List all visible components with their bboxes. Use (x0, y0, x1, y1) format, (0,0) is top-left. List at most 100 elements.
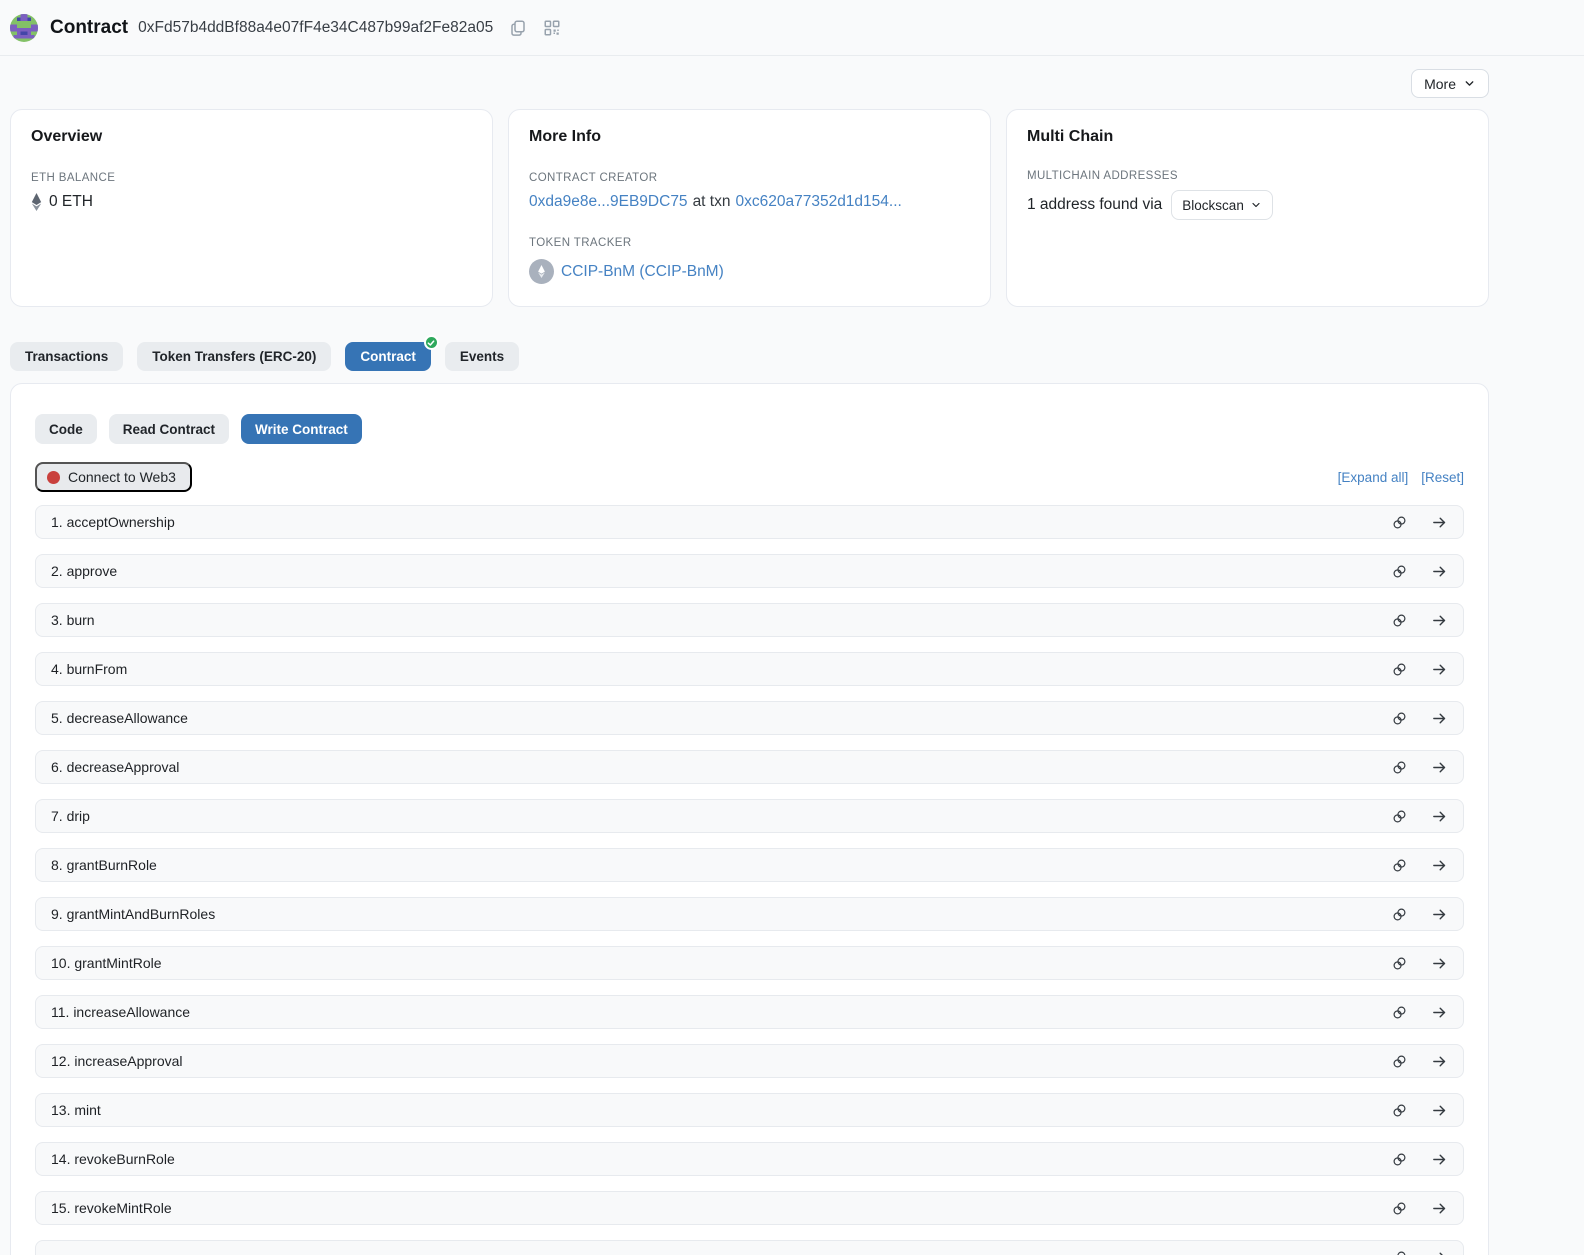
tabs: Transactions Token Transfers (ERC-20) Co… (10, 342, 1489, 371)
function-row-burnfrom[interactable]: 4. burnFrom (35, 652, 1464, 686)
function-row-grantmintrole[interactable]: 10. grantMintRole (35, 946, 1464, 980)
permalink-icon[interactable] (1391, 1004, 1408, 1021)
connect-to-web3-button[interactable]: Connect to Web3 (35, 462, 192, 492)
tab-label: Read Contract (123, 422, 215, 437)
function-row-drip[interactable]: 7. drip (35, 799, 1464, 833)
function-row-decreaseapproval[interactable]: 6. decreaseApproval (35, 750, 1464, 784)
function-row-grantmintandburnroles[interactable]: 9. grantMintAndBurnRoles (35, 897, 1464, 931)
permalink-icon[interactable] (1391, 1102, 1408, 1119)
contract-address: 0xFd57b4ddBf88a4e07fF4e34C487b99af2Fe82a… (138, 19, 493, 37)
arrow-right-icon[interactable] (1431, 759, 1448, 776)
eth-balance-value: 0 ETH (49, 193, 93, 211)
arrow-right-icon[interactable] (1431, 857, 1448, 874)
function-row-label: 10. grantMintRole (51, 955, 1391, 971)
multi-chain-card: Multi Chain MULTICHAIN ADDRESSES 1 addre… (1006, 109, 1489, 307)
function-row-label: 7. drip (51, 808, 1391, 824)
tab-token-transfers-erc-20[interactable]: Token Transfers (ERC-20) (137, 342, 331, 371)
permalink-icon[interactable] (1391, 1249, 1408, 1255)
chevron-down-icon (1463, 77, 1476, 90)
permalink-icon[interactable] (1391, 1053, 1408, 1070)
permalink-icon[interactable] (1391, 710, 1408, 727)
arrow-right-icon[interactable] (1431, 1053, 1448, 1070)
arrow-right-icon[interactable] (1431, 1151, 1448, 1168)
function-row-partial[interactable] (35, 1240, 1464, 1255)
page-title: Contract (50, 17, 128, 39)
eth-diamond-icon (31, 193, 42, 211)
arrow-right-icon[interactable] (1431, 612, 1448, 629)
reset-link[interactable]: [Reset] (1421, 470, 1464, 485)
arrow-right-icon[interactable] (1431, 906, 1448, 923)
function-row-burn[interactable]: 3. burn (35, 603, 1464, 637)
expand-all-link[interactable]: [Expand all] (1338, 470, 1409, 485)
arrow-right-icon[interactable] (1431, 1200, 1448, 1217)
blockscan-dropdown[interactable]: Blockscan (1171, 190, 1273, 220)
function-row-acceptownership[interactable]: 1. acceptOwnership (35, 505, 1464, 539)
blockscan-dropdown-label: Blockscan (1182, 198, 1244, 213)
function-row-increaseallowance[interactable]: 11. increaseAllowance (35, 995, 1464, 1029)
eth-balance-label: ETH BALANCE (31, 172, 472, 184)
function-row-increaseapproval[interactable]: 12. increaseApproval (35, 1044, 1464, 1078)
arrow-right-icon[interactable] (1431, 661, 1448, 678)
multichain-addresses-text: 1 address found via (1027, 196, 1162, 214)
function-row-label: 5. decreaseAllowance (51, 710, 1391, 726)
verified-check-badge (424, 335, 439, 350)
creation-txn-link[interactable]: 0xc620a77352d1d154... (735, 193, 901, 211)
subtab-code[interactable]: Code (35, 414, 97, 444)
tab-contract[interactable]: Contract (345, 342, 431, 371)
permalink-icon[interactable] (1391, 1200, 1408, 1217)
arrow-right-icon[interactable] (1431, 1004, 1448, 1021)
subtab-write-contract[interactable]: Write Contract (241, 414, 362, 444)
tab-label: Write Contract (255, 422, 348, 437)
arrow-right-icon[interactable] (1431, 808, 1448, 825)
toolbar: More (10, 69, 1489, 98)
overview-card: Overview ETH BALANCE 0 ETH (10, 109, 493, 307)
overview-title: Overview (31, 128, 472, 146)
function-row-label: 3. burn (51, 612, 1391, 628)
contract-header: Contract 0xFd57b4ddBf88a4e07fF4e34C487b9… (0, 0, 1584, 56)
tab-label: Token Transfers (ERC-20) (152, 349, 316, 364)
function-row-label: 13. mint (51, 1102, 1391, 1118)
arrow-right-icon[interactable] (1431, 1249, 1448, 1255)
permalink-icon[interactable] (1391, 857, 1408, 874)
function-row-grantburnrole[interactable]: 8. grantBurnRole (35, 848, 1464, 882)
subtab-read-contract[interactable]: Read Contract (109, 414, 229, 444)
token-tracker-label: TOKEN TRACKER (529, 237, 970, 249)
permalink-icon[interactable] (1391, 759, 1408, 776)
permalink-icon[interactable] (1391, 1151, 1408, 1168)
permalink-icon[interactable] (1391, 808, 1408, 825)
permalink-icon[interactable] (1391, 906, 1408, 923)
permalink-icon[interactable] (1391, 563, 1408, 580)
permalink-icon[interactable] (1391, 955, 1408, 972)
token-tracker-link[interactable]: CCIP-BnM (CCIP-BnM) (561, 263, 724, 281)
more-info-card: More Info CONTRACT CREATOR 0xda9e8e...9E… (508, 109, 991, 307)
function-row-revokemintrole[interactable]: 15. revokeMintRole (35, 1191, 1464, 1225)
function-row-mint[interactable]: 13. mint (35, 1093, 1464, 1127)
function-row-decreaseallowance[interactable]: 5. decreaseAllowance (35, 701, 1464, 735)
function-row-label: 9. grantMintAndBurnRoles (51, 906, 1391, 922)
tab-transactions[interactable]: Transactions (10, 342, 123, 371)
arrow-right-icon[interactable] (1431, 710, 1448, 727)
copy-address-button[interactable] (509, 19, 527, 37)
connection-status-dot (47, 471, 60, 484)
arrow-right-icon[interactable] (1431, 514, 1448, 531)
function-row-label: 8. grantBurnRole (51, 857, 1391, 873)
connect-to-web3-label: Connect to Web3 (68, 469, 176, 485)
tab-events[interactable]: Events (445, 342, 519, 371)
function-row-label: 2. approve (51, 563, 1391, 579)
tab-label: Contract (360, 349, 416, 364)
permalink-icon[interactable] (1391, 514, 1408, 531)
more-button[interactable]: More (1411, 69, 1489, 98)
permalink-icon[interactable] (1391, 612, 1408, 629)
write-functions-list: 1. acceptOwnership 2. approve (35, 505, 1464, 1255)
contract-creator-label: CONTRACT CREATOR (529, 172, 970, 184)
arrow-right-icon[interactable] (1431, 563, 1448, 580)
multi-chain-title: Multi Chain (1027, 128, 1468, 146)
function-row-revokeburnrole[interactable]: 14. revokeBurnRole (35, 1142, 1464, 1176)
permalink-icon[interactable] (1391, 661, 1408, 678)
arrow-right-icon[interactable] (1431, 1102, 1448, 1119)
function-row-label: 1. acceptOwnership (51, 514, 1391, 530)
function-row-approve[interactable]: 2. approve (35, 554, 1464, 588)
arrow-right-icon[interactable] (1431, 955, 1448, 972)
creator-address-link[interactable]: 0xda9e8e...9EB9DC75 (529, 193, 688, 211)
qr-code-button[interactable] (543, 19, 561, 37)
